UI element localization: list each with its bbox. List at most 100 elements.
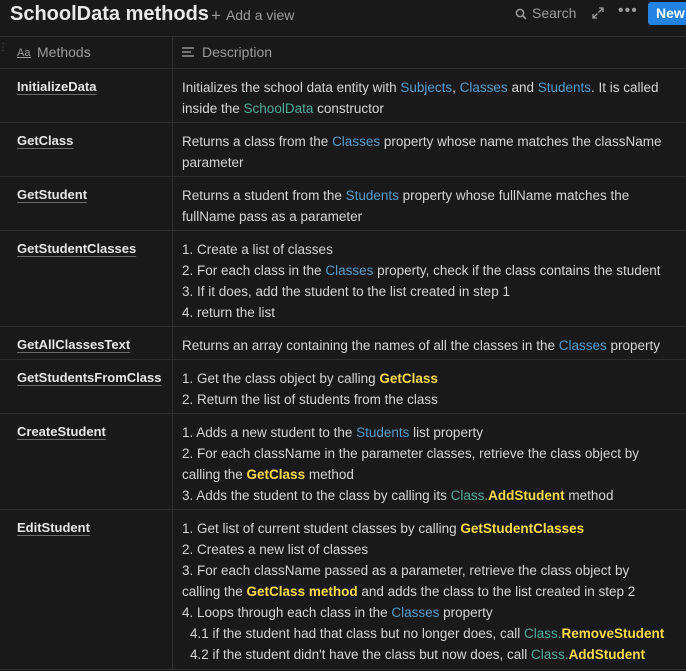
description-text: Returns an array containing the names of… (182, 338, 559, 353)
method-description: 1. Get the class object by calling GetCl… (182, 368, 678, 410)
description-line: 2. Return the list of students from the … (182, 389, 678, 410)
description-text: calling the (182, 467, 247, 482)
description-line: 1. Get the class object by calling GetCl… (182, 368, 678, 389)
method-reference: GetStudentClasses (460, 521, 585, 536)
method-reference: GetClass method (246, 584, 358, 599)
drag-handle-icon[interactable]: ⋮ (0, 42, 8, 56)
expand-icon[interactable] (592, 6, 604, 22)
description-line: Initializes the school data entity with … (182, 77, 678, 98)
description-line: calling the GetClass method and adds the… (182, 581, 678, 602)
description-text: 1. Adds a new student to the (182, 425, 357, 440)
table-row[interactable]: CreateStudent 1. Adds a new student to th… (0, 414, 686, 510)
mention-link[interactable]: Students (538, 80, 591, 95)
column-divider (172, 510, 173, 669)
method-description: 1. Adds a new student to the Students li… (182, 422, 678, 506)
description-text: list property (409, 425, 483, 440)
column-header-methods[interactable]: Aa Methods (17, 44, 91, 60)
column-header-description[interactable]: Description (182, 44, 272, 60)
description-line: calling the GetClass method (182, 464, 678, 485)
mention-link[interactable]: Class. (451, 488, 489, 503)
mention-link[interactable]: Classes (325, 263, 373, 278)
description-line: 3. For each className passed as a parame… (182, 560, 678, 581)
table-row[interactable]: EditStudent 1. Get list of current studen… (0, 510, 686, 670)
description-text: Returns a class from the (182, 134, 333, 149)
lines-icon (182, 47, 194, 57)
description-text: property (439, 605, 493, 620)
description-line: Returns a class from the Classes propert… (182, 131, 678, 152)
svg-text:Aa: Aa (17, 47, 31, 58)
method-description: Returns an array containing the names of… (182, 335, 678, 356)
method-name-link[interactable]: GetStudentsFromClass (17, 370, 161, 385)
description-text: 3. Adds the student to the class by call… (182, 488, 451, 503)
description-line: 4. return the list (182, 302, 678, 323)
new-button[interactable]: New (648, 2, 686, 25)
table-row[interactable]: InitializeData Initializes the school dat… (0, 69, 686, 123)
method-name-link[interactable]: GetStudentClasses (17, 241, 136, 256)
mention-link[interactable]: Classes (391, 605, 439, 620)
description-text: property whose fullName matches the (398, 188, 630, 203)
description-line: 3. Adds the student to the class by call… (182, 485, 678, 506)
description-text: calling the (182, 584, 247, 599)
table-header: Aa Methods Description (0, 37, 686, 69)
description-line: 1. Adds a new student to the Students li… (182, 422, 678, 443)
description-text: 2. Return the list of students from the … (182, 392, 438, 407)
description-text: 4.1 if the student had that class but no… (190, 626, 524, 641)
column-divider (172, 37, 173, 68)
mention-link[interactable]: Class. (524, 626, 562, 641)
add-view-button[interactable]: + Add a view (211, 5, 294, 25)
method-name-link[interactable]: EditStudent (17, 520, 90, 535)
mention-link[interactable]: Classes (460, 80, 508, 95)
method-name-link[interactable]: CreateStudent (17, 424, 106, 439)
table-row[interactable]: GetAllClassesText Returns an array contai… (0, 327, 686, 360)
method-name-link[interactable]: GetAllClassesText (17, 337, 130, 352)
description-text: property whose name matches the classNam… (380, 134, 662, 149)
description-text: Returns a student from the (182, 188, 346, 203)
method-name-link[interactable]: InitializeData (17, 79, 96, 94)
table-row[interactable]: GetStudentsFromClass 1. Get the class obj… (0, 360, 686, 414)
mention-link[interactable]: Class. (531, 647, 569, 662)
more-options-icon[interactable]: ••• (618, 2, 638, 20)
description-line: 4.2 if the student didn't have the class… (182, 644, 678, 665)
method-name-link[interactable]: GetStudent (17, 187, 87, 202)
column-divider (172, 414, 173, 509)
search-icon (515, 8, 527, 20)
description-text: method (305, 467, 354, 482)
table-row[interactable]: GetClass Returns a class from the Classes… (0, 123, 686, 177)
description-line: inside the SchoolData constructor (182, 98, 678, 119)
search-label: Search (532, 5, 577, 21)
description-line: 1. Create a list of classes (182, 239, 678, 260)
method-reference: GetClass (379, 371, 438, 386)
mention-link[interactable]: Students (346, 188, 399, 203)
search-button[interactable]: Search (515, 5, 576, 21)
description-text: 3. If it does, add the student to the li… (182, 284, 510, 299)
method-description: 1. Get list of current student classes b… (182, 518, 678, 665)
column-header-methods-label: Methods (37, 44, 91, 60)
description-text: , (452, 80, 460, 95)
top-bar: SchoolData methods + Add a view Search ••… (0, 0, 686, 31)
method-reference: AddStudent (568, 647, 646, 662)
description-text: parameter (182, 155, 244, 170)
description-text: 1. Get the class object by calling (182, 371, 380, 386)
method-name-link[interactable]: GetClass (17, 133, 73, 148)
database-table: Aa Methods Description InitializeData Init… (0, 36, 686, 670)
description-text: 4.2 if the student didn't have the class… (190, 647, 532, 662)
mention-link[interactable]: Students (356, 425, 409, 440)
column-divider (172, 69, 173, 122)
mention-link[interactable]: Classes (559, 338, 607, 353)
plus-icon: + (211, 6, 221, 25)
description-text: . It is called (591, 80, 659, 95)
mention-link[interactable]: Subjects (400, 80, 452, 95)
table-row[interactable]: GetStudentClasses 1. Create a list of cla… (0, 231, 686, 327)
method-description: 1. Create a list of classes 2. For each c… (182, 239, 678, 323)
mention-link[interactable]: SchoolData (244, 101, 314, 116)
description-line: 1. Get list of current student classes b… (182, 518, 678, 539)
description-text: and (507, 80, 538, 95)
column-divider (172, 123, 173, 176)
description-text: inside the (182, 101, 244, 116)
table-row[interactable]: GetStudent Returns a student from the Stu… (0, 177, 686, 231)
mention-link[interactable]: Classes (332, 134, 380, 149)
method-description: Returns a student from the Students prop… (182, 185, 678, 227)
description-text: method (564, 488, 614, 503)
description-text: property, check if the class contains th… (373, 263, 661, 278)
description-line: Returns a student from the Students prop… (182, 185, 678, 206)
